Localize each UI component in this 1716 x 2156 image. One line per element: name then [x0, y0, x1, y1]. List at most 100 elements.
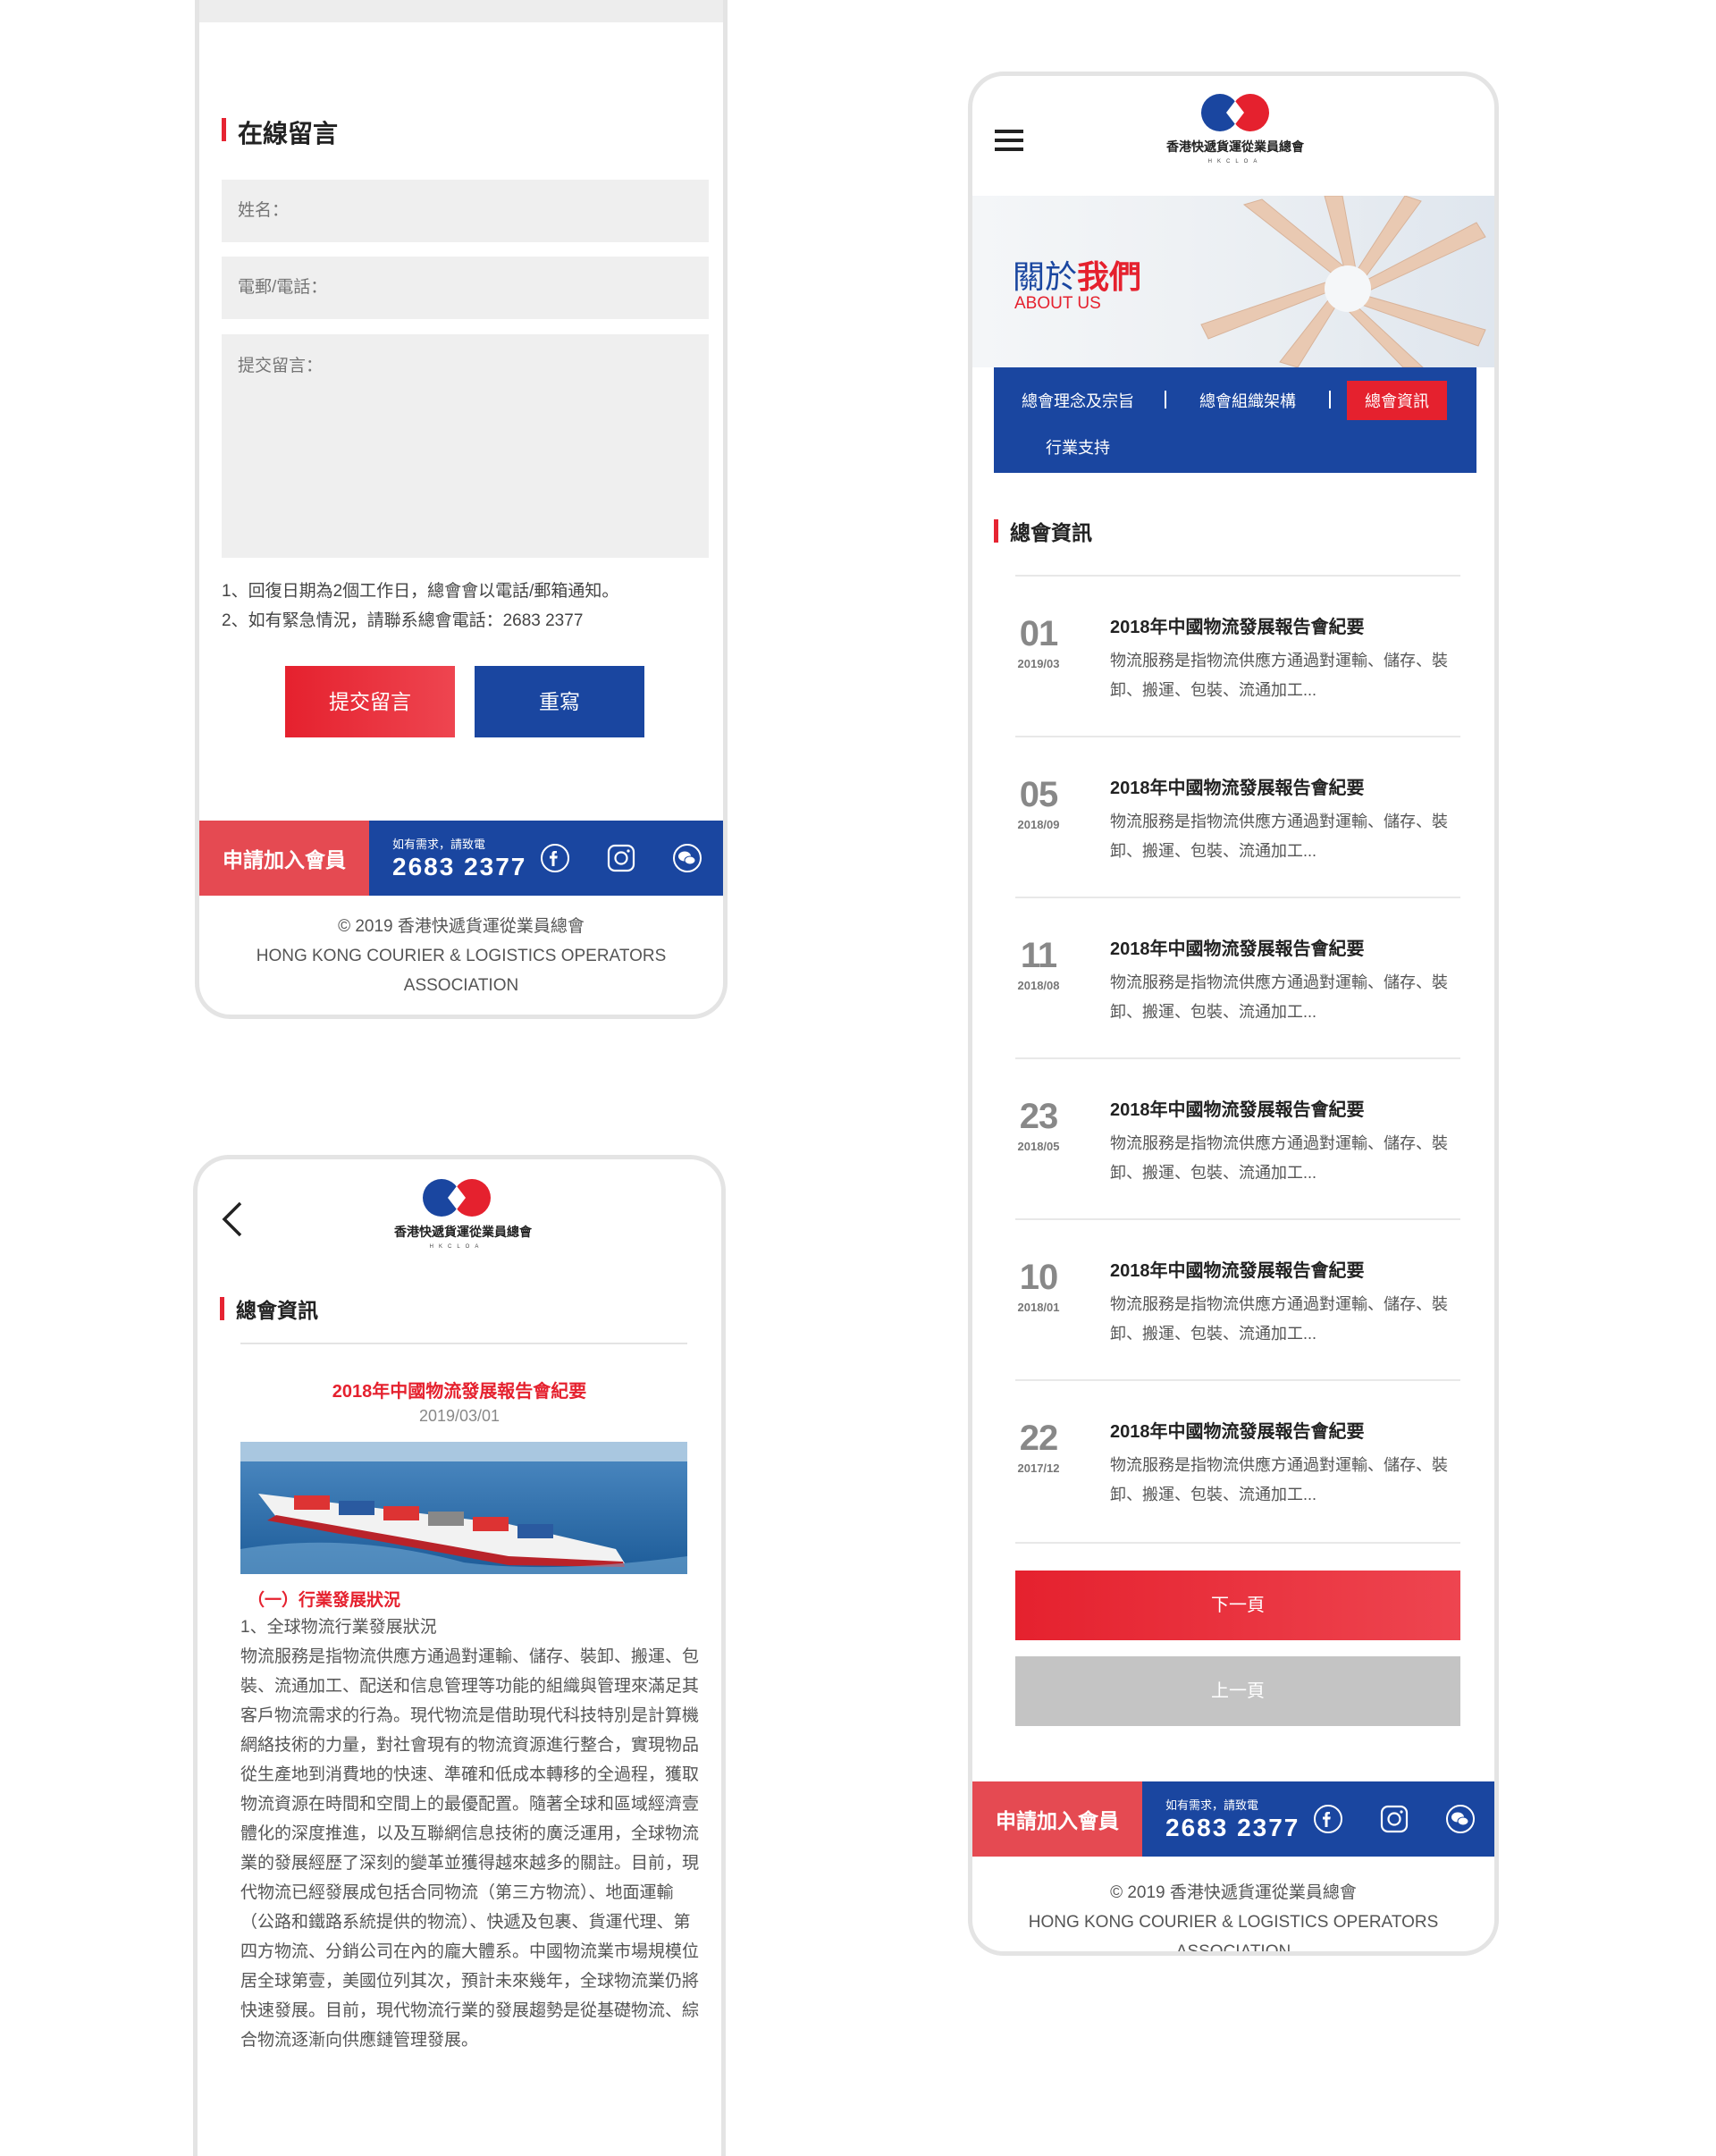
news-date: 2018/09 [1017, 818, 1060, 831]
news-title: 2018年中國物流發展報告會紀要 [1110, 618, 1365, 637]
form-note: 2、如有緊急情況，請聯系總會電話：2683 2377 [222, 611, 584, 630]
tab-separator [1329, 391, 1331, 408]
join-member-button[interactable]: 申請加入會員 [972, 1781, 1142, 1857]
top-divider [199, 0, 723, 22]
tab-organization[interactable]: 總會組織架構 [1199, 389, 1296, 412]
contact-area: 如有需求，請致電 2683 2377 [369, 821, 723, 896]
news-date: 2017/12 [1017, 1461, 1060, 1475]
about-title-normal: 關於 [1013, 258, 1078, 295]
contact-area: 如有需求，請致電 2683 2377 [1142, 1781, 1494, 1857]
about-title-bold: 我們 [1077, 258, 1142, 295]
phone-number[interactable]: 2683 2377 [392, 853, 526, 881]
copyright-line: HONG KONG COURIER & LOGISTICS OPERATORS … [256, 947, 667, 995]
org-name: 香港快遞貨運從業員總會 [394, 1225, 532, 1239]
org-abbr: HKCLOA [1207, 159, 1263, 164]
facebook-icon[interactable] [1312, 1803, 1344, 1835]
about-tabs: 總會理念及宗旨 總會組織架構 總會資訊 行業支持 [994, 367, 1476, 473]
news-day: 01 [1019, 614, 1059, 653]
phone-news-list: 香港快遞貨運從業員總會 HKCLOA 關於我們 ABOUT US 總會理念及宗旨… [968, 72, 1499, 1956]
copyright-line: © 2019 香港快遞貨運從業員總會 [1110, 1883, 1357, 1902]
news-item[interactable]: 23 2018/05 2018年中國物流發展報告會紀要物流服務是指物流供應方通過對運… [1015, 1057, 1460, 1220]
next-page-button[interactable]: 下一頁 [1015, 1571, 1460, 1640]
phone-article-detail: 香港快遞貨運從業員總會 HKCLOA 總會資訊 2018年中國物流發展報告會紀要… [193, 1155, 726, 2156]
copyright-line: © 2019 香港快遞貨運從業員總會 [338, 917, 585, 936]
article-date: 2019/03/01 [418, 1407, 500, 1425]
section-title: 總會資訊 [220, 1293, 318, 1324]
logo-mark-icon [1201, 94, 1269, 131]
tab-philosophy[interactable]: 總會理念及宗旨 [1022, 389, 1134, 412]
news-title: 2018年中國物流發展報告會紀要 [1110, 1261, 1365, 1281]
phone-number[interactable]: 2683 2377 [1165, 1814, 1300, 1842]
news-day: 11 [1020, 936, 1057, 975]
news-date: 2018/05 [1017, 1140, 1060, 1153]
news-desc: 物流服務是指物流供應方通過對運輸、儲存、裝卸、搬運、包裝、流通加工... [1110, 1456, 1448, 1503]
back-arrow-icon[interactable] [217, 1200, 248, 1239]
about-title: 關於我們 [1013, 251, 1141, 298]
news-item[interactable]: 10 2018/01 2018年中國物流發展報告會紀要物流服務是指物流供應方通過對運… [1015, 1218, 1460, 1381]
contact-field[interactable] [222, 257, 709, 319]
divider [240, 1343, 687, 1344]
news-desc: 物流服務是指物流供應方通過對運輸、儲存、裝卸、搬運、包裝、流通加工... [1110, 813, 1448, 860]
copyright: © 2019 香港快遞貨運從業員總會 HONG KONG COURIER & L… [972, 1878, 1494, 1956]
news-title: 2018年中國物流發展報告會紀要 [1110, 939, 1365, 959]
form-title: 在線留言 [222, 114, 338, 150]
instagram-icon[interactable] [605, 842, 637, 874]
about-title-en: ABOUT US [1014, 294, 1101, 313]
org-abbr: HKCLOA [429, 1244, 484, 1250]
name-field[interactable] [222, 180, 709, 242]
instagram-icon[interactable] [1378, 1803, 1410, 1835]
news-item[interactable]: 05 2018/09 2018年中國物流發展報告會紀要物流服務是指物流供應方通過對運… [1015, 736, 1460, 898]
news-desc: 物流服務是指物流供應方通過對運輸、儲存、裝卸、搬運、包裝、流通加工... [1110, 652, 1448, 699]
news-desc: 物流服務是指物流供應方通過對運輸、儲存、裝卸、搬運、包裝、流通加工... [1110, 1295, 1448, 1343]
news-date: 2019/03 [1017, 657, 1060, 670]
contact-hint: 如有需求，請致電 [1165, 1798, 1259, 1812]
phone-contact-form: 在線留言 1、回復日期為2個工作日，總會會以電話/郵箱通知。 2、如有緊急情況，… [195, 0, 728, 1019]
copyright-line: HONG KONG COURIER & LOGISTICS OPERATORS … [1028, 1913, 1439, 1956]
news-item[interactable]: 01 2019/03 2018年中國物流發展報告會紀要物流服務是指物流供應方通過對運… [1015, 575, 1460, 737]
article-paragraph: 物流服務是指物流供應方通過對運輸、儲存、裝卸、搬運、包裝、流通加工、配送和信息管… [240, 1647, 700, 2050]
form-notes: 1、回復日期為2個工作日，總會會以電話/郵箱通知。 2、如有緊急情況，請聯系總會… [222, 577, 618, 636]
news-date: 2018/08 [1017, 979, 1060, 992]
news-desc: 物流服務是指物流供應方通過對運輸、儲存、裝卸、搬運、包裝、流通加工... [1110, 1134, 1448, 1182]
divider [1015, 1542, 1460, 1544]
news-day: 05 [1019, 775, 1059, 814]
tab-news[interactable]: 總會資訊 [1347, 381, 1447, 420]
logo-mark-icon [423, 1179, 491, 1217]
news-day: 10 [1019, 1258, 1059, 1297]
news-section-title: 總會資訊 [994, 516, 1092, 546]
message-field[interactable] [222, 334, 709, 558]
hands-image [1200, 196, 1486, 367]
news-desc: 物流服務是指物流供應方通過對運輸、儲存、裝卸、搬運、包裝、流通加工... [1110, 973, 1448, 1021]
wechat-icon[interactable] [1444, 1803, 1476, 1835]
form-note: 1、回復日期為2個工作日，總會會以電話/郵箱通知。 [222, 582, 619, 601]
prev-page-button[interactable]: 上一頁 [1015, 1656, 1460, 1726]
news-date: 2018/01 [1017, 1301, 1060, 1314]
about-banner: 關於我們 ABOUT US [972, 196, 1494, 367]
logo[interactable]: 香港快遞貨運從業員總會 HKCLOA [1162, 92, 1308, 164]
article-title: 2018年中國物流發展報告會紀要 [332, 1382, 587, 1402]
contact-hint: 如有需求，請致電 [392, 838, 486, 851]
news-title: 2018年中國物流發展報告會紀要 [1110, 1100, 1365, 1120]
copyright: © 2019 香港快遞貨運從業員總會 HONG KONG COURIER & L… [199, 912, 723, 1000]
news-title: 2018年中國物流發展報告會紀要 [1110, 779, 1365, 798]
footer-bar: 申請加入會員 如有需求，請致電 2683 2377 [199, 821, 723, 896]
article-image [240, 1442, 687, 1574]
logo[interactable]: 香港快遞貨運從業員總會 HKCLOA [394, 1177, 532, 1250]
org-name: 香港快遞貨運從業員總會 [1166, 139, 1304, 154]
news-day: 23 [1019, 1097, 1059, 1136]
news-item[interactable]: 22 2017/12 2018年中國物流發展報告會紀要物流服務是指物流供應方通過對運… [1015, 1379, 1460, 1542]
submit-button[interactable]: 提交留言 [285, 666, 455, 737]
facebook-icon[interactable] [539, 842, 571, 874]
news-day: 22 [1019, 1419, 1059, 1458]
join-member-button[interactable]: 申請加入會員 [199, 821, 369, 896]
news-item[interactable]: 11 2018/08 2018年中國物流發展報告會紀要物流服務是指物流供應方通過對運… [1015, 897, 1460, 1059]
reset-button[interactable]: 重寫 [475, 666, 644, 737]
menu-icon[interactable] [995, 124, 1023, 156]
tab-separator [1165, 391, 1166, 408]
wechat-icon[interactable] [671, 842, 703, 874]
article-subheading: （一）行業發展狀況 [248, 1591, 401, 1610]
article-point: 1、全球物流行業發展狀況 [240, 1618, 437, 1637]
footer-bar: 申請加入會員 如有需求，請致電 2683 2377 [972, 1781, 1494, 1857]
news-title: 2018年中國物流發展報告會紀要 [1110, 1422, 1365, 1442]
tab-industry-support[interactable]: 行業支持 [1046, 435, 1110, 459]
